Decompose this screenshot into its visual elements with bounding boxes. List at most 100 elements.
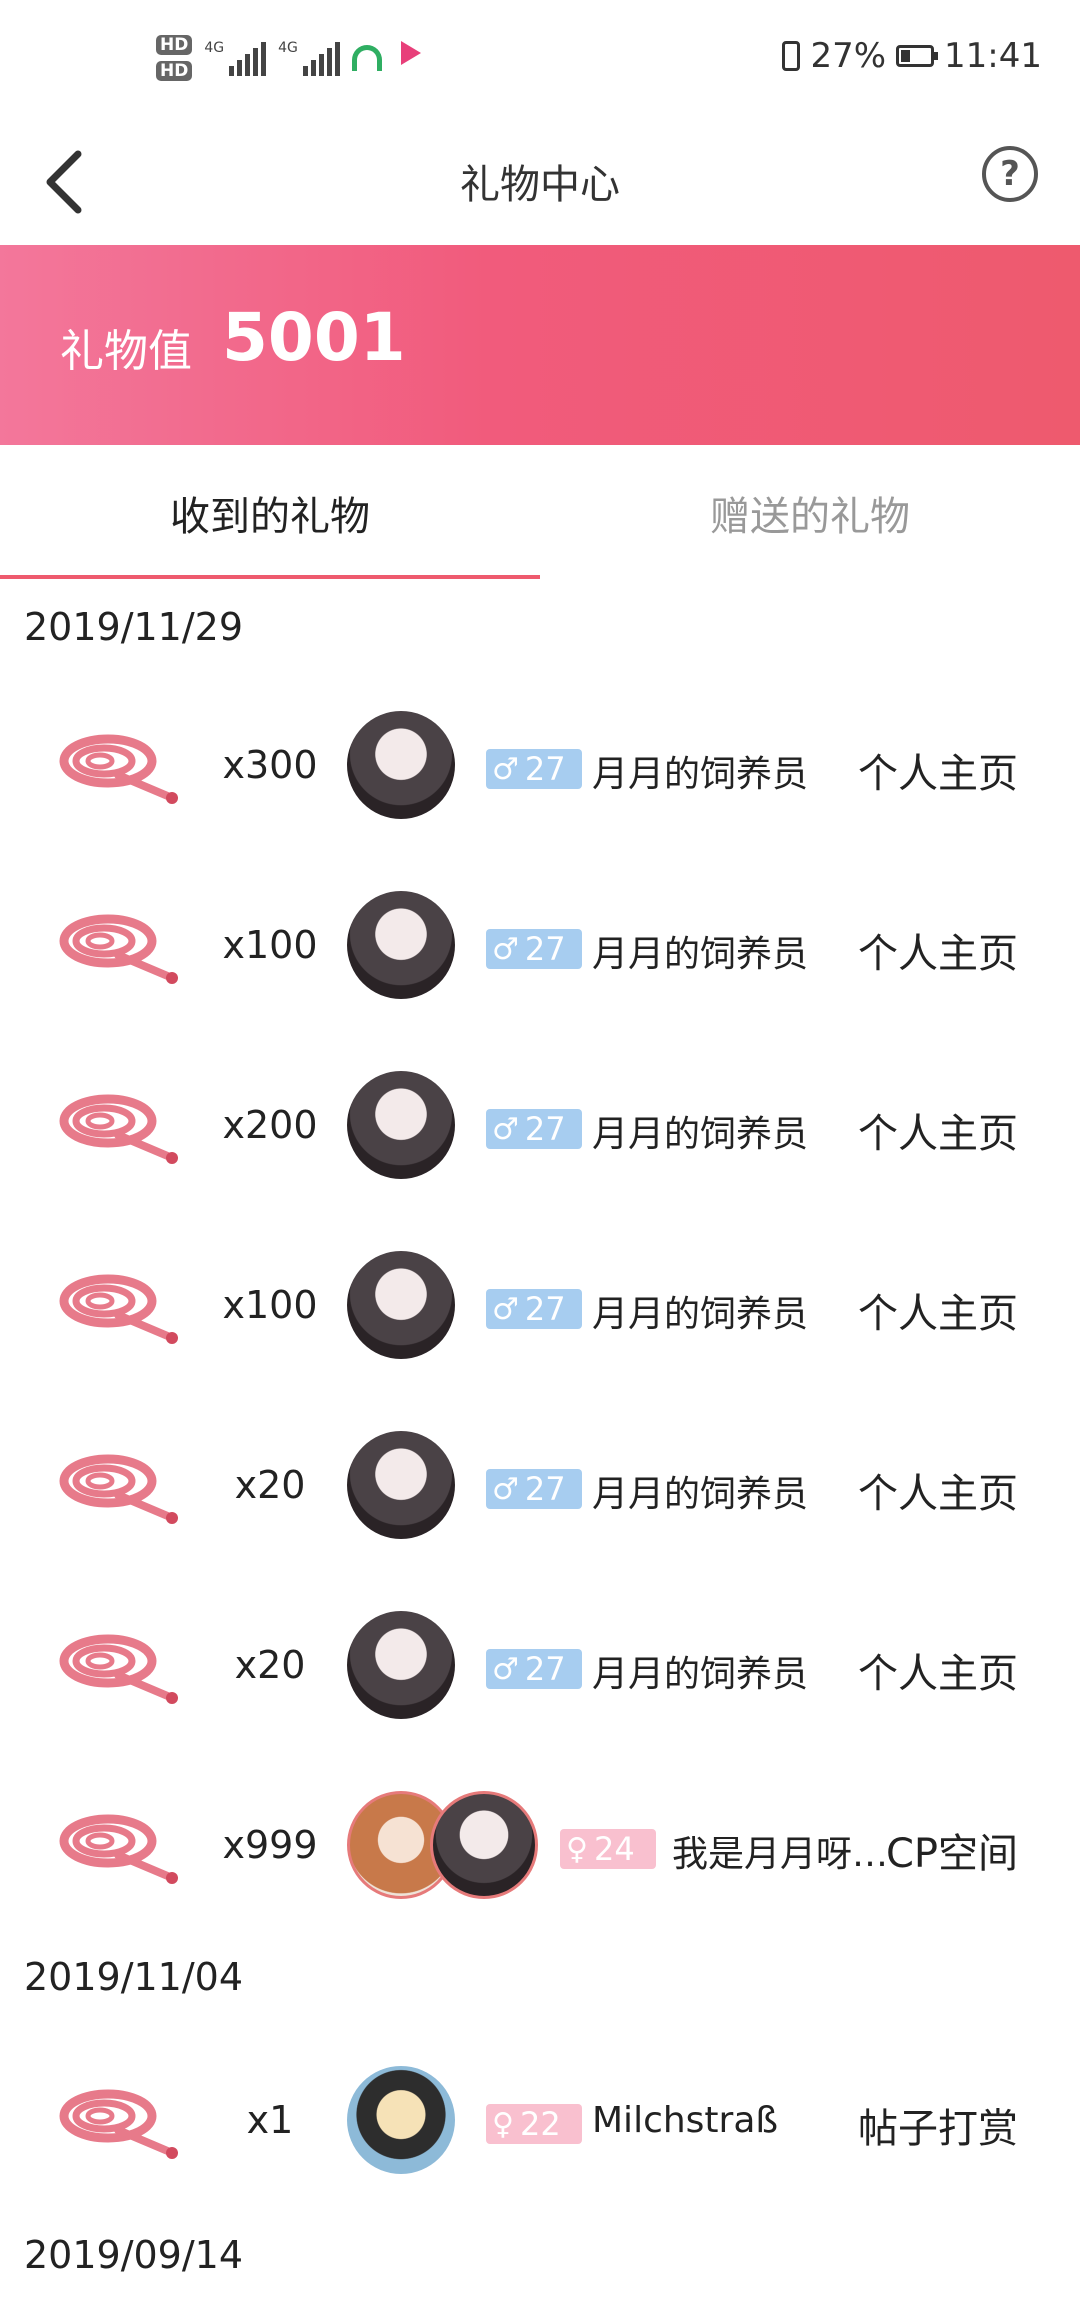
profile-link[interactable]: 个人主页: [858, 741, 1018, 799]
whip-icon: [58, 895, 182, 995]
username[interactable]: 我是月月呀…: [672, 1825, 888, 1877]
youku-app-icon: [394, 41, 428, 75]
profile-link[interactable]: 帖子打赏: [858, 2096, 1018, 2154]
avatar[interactable]: [347, 711, 455, 819]
whip-icon: [58, 1615, 182, 1715]
network-type-1: 4G: [204, 40, 225, 56]
gender-age-badge: ♂ 27: [486, 749, 582, 789]
page-title: 礼物中心: [460, 162, 620, 208]
gift-quantity: x1: [246, 2098, 294, 2142]
avatar[interactable]: [347, 1611, 455, 1719]
profile-link[interactable]: 个人主页: [858, 1641, 1018, 1699]
male-icon: ♂: [492, 1291, 519, 1327]
gender-age-badge: ♀ 22: [486, 2104, 582, 2144]
female-icon: ♀: [492, 2106, 514, 2142]
gift-record-row: x999 ♀ 24 我是月月呀… CP空间: [0, 1755, 1080, 1935]
hd-indicator-2: HD: [156, 61, 193, 81]
age-value: 27: [524, 750, 566, 788]
tab-sent-gifts[interactable]: 赠送的礼物: [540, 445, 1080, 581]
age-value: 27: [524, 1290, 566, 1328]
profile-link[interactable]: 个人主页: [858, 1101, 1018, 1159]
avatar[interactable]: [347, 1431, 455, 1539]
hd-indicator-1: HD: [156, 35, 193, 55]
gender-age-badge: ♂ 27: [486, 1289, 582, 1329]
gender-age-badge: ♂ 27: [486, 1109, 582, 1149]
help-icon[interactable]: ?: [982, 146, 1038, 202]
signal-icon: 4G: [204, 40, 267, 76]
status-left: HD HD 4G 4G: [156, 28, 428, 88]
avatar[interactable]: [347, 1071, 455, 1179]
gender-age-badge: ♂ 27: [486, 1649, 582, 1689]
whip-icon: [58, 1075, 182, 1175]
battery-icon: [896, 45, 939, 67]
whip-icon: [58, 1255, 182, 1355]
gift-record-row: x20 ♂ 27 月月的饲养员 个人主页: [0, 1575, 1080, 1755]
gift-value-banner: 礼物值 5001: [0, 245, 1080, 445]
tab-received-gifts[interactable]: 收到的礼物: [0, 445, 540, 581]
male-icon: ♂: [492, 1651, 519, 1687]
profile-link[interactable]: 个人主页: [858, 1461, 1018, 1519]
vibrate-icon: [782, 41, 801, 71]
male-icon: ♂: [492, 931, 519, 967]
gender-age-badge: ♀ 24: [560, 1829, 656, 1869]
whip-icon: [58, 1795, 182, 1895]
whip-icon: [58, 1435, 182, 1535]
female-icon: ♀: [566, 1831, 588, 1867]
username[interactable]: 月月的饲养员: [592, 925, 808, 977]
gift-quantity: x300: [222, 743, 318, 787]
gift-quantity: x100: [222, 1283, 318, 1327]
gift-record-row: x300 ♂ 27 月月的饲养员 个人主页: [0, 675, 1080, 855]
age-value: 27: [524, 1650, 566, 1688]
username[interactable]: 月月的饲养员: [592, 1645, 808, 1697]
gender-age-badge: ♂ 27: [486, 929, 582, 969]
male-icon: ♂: [492, 1471, 519, 1507]
date-header: 2019/11/04: [24, 1955, 244, 1999]
profile-link[interactable]: 个人主页: [858, 921, 1018, 979]
age-value: 24: [593, 1830, 635, 1868]
username[interactable]: 月月的饲养员: [592, 745, 808, 797]
gift-quantity: x20: [234, 1643, 306, 1687]
whip-icon: [58, 2070, 182, 2170]
avatar[interactable]: [430, 1791, 538, 1899]
gender-age-badge: ♂ 27: [486, 1469, 582, 1509]
age-value: 27: [524, 1110, 566, 1148]
whip-icon: [58, 715, 182, 815]
tab-active-indicator: [0, 575, 540, 579]
gift-quantity: x200: [222, 1103, 318, 1147]
profile-link[interactable]: CP空间: [886, 1821, 1018, 1879]
date-header: 2019/11/29: [24, 605, 244, 649]
gift-value-number: 5001: [222, 299, 406, 376]
nav-bar: 礼物中心 ?: [0, 120, 1080, 245]
gift-record-row: x200 ♂ 27 月月的饲养员 个人主页: [0, 1035, 1080, 1215]
age-value: 27: [524, 930, 566, 968]
username[interactable]: 月月的饲养员: [592, 1285, 808, 1337]
battery-percent: 27%: [810, 36, 887, 76]
username[interactable]: 月月的饲养员: [592, 1465, 808, 1517]
username[interactable]: 月月的饲养员: [592, 1105, 808, 1157]
date-header: 2019/09/14: [24, 2233, 244, 2277]
signal-icon-2: 4G: [278, 40, 340, 76]
gift-record-row: x1 ♀ 22 Milchstraß 帖子打赏: [0, 2030, 1080, 2210]
username[interactable]: Milchstraß: [592, 2100, 778, 2141]
age-value: 22: [519, 2105, 561, 2143]
gift-record-row: x100 ♂ 27 月月的饲养员 个人主页: [0, 1215, 1080, 1395]
gift-quantity: x20: [234, 1463, 306, 1507]
profile-link[interactable]: 个人主页: [858, 1281, 1018, 1339]
male-icon: ♂: [492, 751, 519, 787]
status-right: 27% 11:41: [782, 36, 1042, 76]
avatar[interactable]: [347, 2066, 455, 2174]
tab-bar: 收到的礼物 赠送的礼物: [0, 445, 1080, 581]
avatar[interactable]: [347, 1251, 455, 1359]
avatar[interactable]: [347, 891, 455, 999]
gift-record-row: x100 ♂ 27 月月的饲养员 个人主页: [0, 855, 1080, 1035]
headset-icon: [351, 45, 382, 71]
gift-value-label: 礼物值: [60, 326, 192, 377]
age-value: 27: [524, 1470, 566, 1508]
clock: 11:41: [944, 36, 1042, 76]
gift-quantity: x999: [222, 1823, 318, 1867]
gift-quantity: x100: [222, 923, 318, 967]
network-type-2: 4G: [278, 40, 298, 56]
status-bar: HD HD 4G 4G 27% 11:41: [0, 0, 1080, 120]
gift-record-row: x20 ♂ 27 月月的饲养员 个人主页: [0, 1395, 1080, 1575]
male-icon: ♂: [492, 1111, 519, 1147]
